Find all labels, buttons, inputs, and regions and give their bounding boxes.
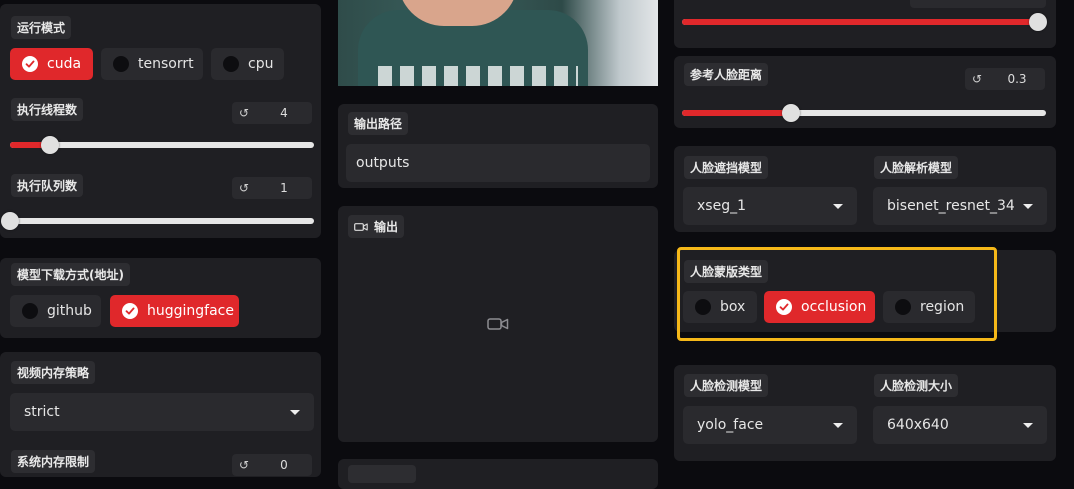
detector-size-select[interactable]: 640x640 [873,406,1047,444]
output-path-panel: 输出路径 outputs [338,104,658,188]
ref-distance-slider[interactable] [682,104,1046,122]
parser-model-value: bisenet_resnet_34 [887,198,1015,214]
chevron-down-icon [1023,422,1033,428]
download-label: 模型下载方式(地址) [11,263,130,286]
stub-label [348,465,416,483]
detector-size-value: 640x640 [887,417,949,433]
threads-number-input[interactable]: ↺ 4 [232,102,312,124]
preview-shirt-print [378,66,578,86]
parser-model-label: 人脸解析模型 [874,156,959,179]
video-camera-icon [354,222,368,231]
run-mode-option-label: tensorrt [138,56,194,72]
run-settings-panel: 运行模式 cuda tensorrt cpu 执行线程数 ↺ 4 执行队列数 ↺… [0,4,321,238]
download-option-label: github [47,303,92,319]
run-mode-option-tensorrt[interactable]: tensorrt [101,48,203,80]
parser-model-select[interactable]: bisenet_resnet_34 [873,187,1047,225]
ref-distance-slider-fill [682,110,792,116]
radio-icon [22,303,38,319]
system-memory-number-input[interactable]: ↺ 0 [232,454,312,476]
radio-icon [223,56,239,72]
output-label: 输出 [348,215,405,238]
output-path-input[interactable]: outputs [346,144,650,182]
mask-models-panel: 人脸遮挡模型 xseg_1 人脸解析模型 bisenet_resnet_34 [674,146,1056,232]
download-option-github[interactable]: github [10,295,101,327]
ref-distance-label: 参考人脸距离 [684,63,769,86]
reset-icon[interactable]: ↺ [232,458,256,472]
detector-model-select[interactable]: yolo_face [683,406,857,444]
extra-panel-stub [338,459,658,489]
system-memory-value: 0 [280,458,288,472]
queue-slider[interactable] [1,212,314,230]
ref-distance-slider-thumb[interactable] [782,104,801,122]
threads-label: 执行线程数 [11,98,84,121]
preview-image [338,0,658,86]
output-path-label: 输出路径 [348,112,409,135]
run-mode-option-cpu[interactable]: cpu [211,48,284,80]
output-path-value: outputs [356,155,410,171]
top-slider-fill [682,19,1038,25]
radio-icon [113,56,129,72]
occluder-model-select[interactable]: xseg_1 [683,187,857,225]
chevron-down-icon [833,203,843,209]
check-icon [122,303,138,319]
occluder-model-label: 人脸遮挡模型 [684,156,769,179]
video-memory-select[interactable]: strict [10,393,314,431]
detector-size-label: 人脸检测大小 [874,374,959,397]
run-mode-option-label: cpu [248,56,274,72]
check-icon [22,56,38,72]
video-memory-label: 视频内存策略 [11,361,96,384]
chevron-down-icon [833,422,843,428]
top-slider-panel [674,0,1056,48]
threads-slider-thumb[interactable] [40,136,59,154]
ref-distance-value: 0.3 [1007,72,1027,86]
video-memory-value: strict [24,404,60,420]
run-mode-option-label: cuda [47,56,82,72]
queue-label: 执行队列数 [11,174,84,197]
occluder-model-value: xseg_1 [697,198,746,214]
system-memory-label: 系统内存限制 [11,450,96,473]
top-slider[interactable] [682,13,1047,31]
queue-number-input[interactable]: ↺ 1 [232,177,312,199]
threads-slider[interactable] [10,136,314,154]
threads-value: 4 [280,106,288,120]
ref-distance-panel: 参考人脸距离 ↺ 0.3 [674,56,1056,128]
detector-model-value: yolo_face [697,417,764,433]
output-panel: 输出 [338,206,658,442]
queue-slider-thumb[interactable] [1,212,19,230]
queue-value: 1 [280,181,288,195]
reset-icon[interactable]: ↺ [965,72,989,86]
detector-panel: 人脸检测模型 yolo_face 人脸检测大小 640x640 [674,365,1056,461]
reset-icon[interactable]: ↺ [232,106,256,120]
download-panel: 模型下载方式(地址) github huggingface [0,258,321,338]
video-camera-icon [487,318,509,330]
chevron-down-icon [290,409,300,415]
ref-distance-number-input[interactable]: ↺ 0.3 [965,68,1045,90]
detector-model-label: 人脸检测模型 [684,374,769,397]
run-mode-label: 运行模式 [11,16,72,39]
output-label-text: 输出 [374,220,399,234]
download-option-huggingface[interactable]: huggingface [110,295,239,327]
chevron-down-icon [1023,203,1033,209]
memory-panel: 视频内存策略 strict 系统内存限制 ↺ 0 [0,352,321,477]
reset-icon[interactable]: ↺ [232,181,256,195]
run-mode-option-cuda[interactable]: cuda [10,48,93,80]
top-slider-thumb[interactable] [1029,13,1047,31]
top-number-input[interactable] [910,0,1046,8]
download-option-label: huggingface [147,303,234,319]
highlight-box [677,247,997,341]
